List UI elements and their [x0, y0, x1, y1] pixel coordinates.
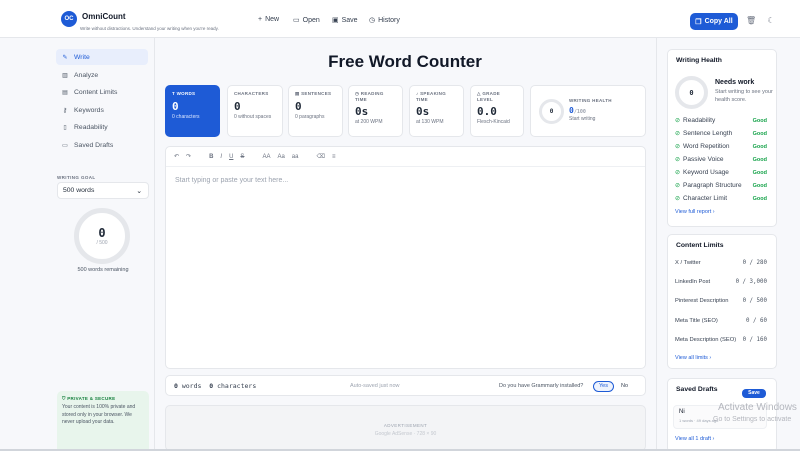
grammarly-no-button[interactable]: No	[621, 383, 628, 389]
view-all-limits-link[interactable]: View all limits ›	[675, 355, 711, 361]
check-circle-icon: ⊘	[675, 196, 681, 202]
align-icon[interactable]: ≡	[332, 154, 336, 160]
stat-speaking-time[interactable]: ♪ SPEAKING TIME 0s at 130 WPM	[409, 85, 464, 137]
folder-icon: ▭	[62, 142, 68, 149]
check-circle-icon: ⊘	[675, 170, 681, 176]
limit-row-twitter: X / Twitter 0 / 280	[675, 260, 767, 266]
sidebar-item-write[interactable]: ✎ Write	[56, 49, 148, 65]
health-row-word-repetition: ⊘ Word Repetition Good	[675, 143, 767, 150]
folder-icon: ▭	[293, 17, 300, 24]
sidebar: ✎ Write ▥ Analyze ▤ Content Limits ⚷ Keyword…	[50, 38, 155, 451]
copy-icon: ❐	[695, 18, 702, 26]
plus-icon: +	[258, 16, 263, 23]
stat-reading-time[interactable]: ◷ READING TIME 0s at 200 WPM	[348, 85, 403, 137]
writing-goal-select[interactable]: 500 words ⌄	[57, 182, 149, 199]
top-bar: OC OmniCount Write without distractions.…	[0, 0, 800, 38]
new-button[interactable]: + New	[258, 16, 279, 23]
theme-toggle-icon[interactable]: ☾	[766, 16, 776, 26]
open-button[interactable]: ▭ Open	[293, 16, 320, 25]
trash-icon[interactable]: 🗑	[746, 16, 756, 26]
goal-remaining: 500 words remaining	[77, 267, 129, 273]
health-mini-ring: 0	[539, 99, 564, 124]
history-button[interactable]: ◷ History	[369, 16, 400, 25]
check-circle-icon: ⊘	[675, 157, 681, 163]
bold-icon[interactable]: B	[209, 154, 213, 160]
sidebar-item-content-limits[interactable]: ▤ Content Limits	[56, 84, 148, 100]
health-status: Needs work	[715, 79, 755, 86]
check-circle-icon: ⊘	[675, 118, 681, 124]
book-icon: ▯	[63, 124, 67, 131]
health-row-keyword-usage: ⊘ Keyword Usage Good	[675, 169, 767, 176]
uppercase-icon[interactable]: AA	[262, 154, 270, 160]
save-draft-button[interactable]: Save	[742, 389, 766, 398]
italic-icon[interactable]: I	[220, 154, 222, 160]
strikethrough-icon[interactable]: S	[240, 154, 244, 160]
copy-all-button[interactable]: ❐ Copy All	[690, 13, 738, 30]
view-all-drafts-link[interactable]: View all 1 draft ›	[675, 436, 714, 442]
save-button[interactable]: ▣ Save	[332, 16, 358, 25]
advertisement: ADVERTISEMENT Google AdSense · 728 × 90	[165, 405, 646, 451]
health-row-passive-voice: ⊘ Passive Voice Good	[675, 156, 767, 163]
sidebar-item-saved-drafts[interactable]: ▭ Saved Drafts	[56, 137, 148, 153]
activate-windows-subtext: Go to Settings to activate	[713, 416, 792, 423]
app-name: OmniCount	[82, 12, 126, 21]
bar-chart-icon: ▥	[62, 72, 68, 79]
goal-total: / 500	[96, 240, 108, 246]
sidebar-item-keywords[interactable]: ⚷ Keywords	[56, 102, 148, 118]
grammarly-question: Do you have Grammarly installed?	[499, 383, 584, 389]
goal-progress-ring: 0 / 500	[74, 208, 130, 264]
health-row-sentence-length: ⊘ Sentence Length Good	[675, 130, 767, 137]
stat-characters[interactable]: CHARACTERS 0 0 without spaces	[227, 85, 283, 137]
health-description: Start writing to see your health score.	[715, 89, 773, 103]
limit-row-meta-title: Meta Title (SEO) 0 / 60	[675, 318, 767, 324]
document-icon: ▤	[62, 89, 68, 96]
page-title: Free Word Counter	[328, 52, 482, 71]
pen-icon: ✎	[62, 54, 68, 61]
lowercase-icon[interactable]: aa	[292, 154, 299, 160]
limit-row-meta-description: Meta Description (SEO) 0 / 160	[675, 337, 767, 343]
stat-sentences[interactable]: ▤ SENTENCES 0 0 paragraphs	[288, 85, 343, 137]
privacy-text: Your content is 100% private and stored …	[62, 404, 136, 425]
check-circle-icon: ⊘	[675, 183, 681, 189]
chevron-down-icon: ⌄	[136, 187, 142, 195]
stat-writing-health[interactable]: 0 WRITING HEALTH 0/100 Start writing	[530, 85, 646, 137]
sidebar-item-analyze[interactable]: ▥ Analyze	[56, 67, 148, 83]
autosave-status: Auto-saved just now	[350, 383, 400, 389]
activate-windows-watermark: Activate Windows	[718, 402, 797, 413]
privacy-notice: ⛉ PRIVATE & SECURE Your content is 100% …	[57, 391, 149, 451]
app-logo: OC	[61, 11, 77, 27]
clear-format-icon[interactable]: ⌫	[316, 153, 324, 160]
save-icon: ▣	[332, 17, 339, 24]
sidebar-item-readability[interactable]: ▯ Readability	[56, 119, 148, 135]
titlecase-icon[interactable]: Aa	[277, 154, 284, 160]
stat-words[interactable]: T WORDS 0 0 characters	[165, 85, 220, 137]
stat-grade-level[interactable]: △ GRADE LEVEL 0.0 Flesch-Kincaid	[470, 85, 524, 137]
redo-icon[interactable]: ↷	[186, 153, 191, 160]
view-full-report-link[interactable]: View full report ›	[675, 209, 715, 215]
undo-icon[interactable]: ↶	[174, 153, 179, 160]
health-row-character-limit: ⊘ Character Limit Good	[675, 195, 767, 202]
health-row-readability: ⊘ Readability Good	[675, 117, 767, 124]
underline-icon[interactable]: U	[229, 154, 233, 160]
editor: ↶ ↷ B I U S AA Aa aa ⌫ ≡ Start typing or…	[165, 146, 646, 369]
key-icon: ⚷	[62, 107, 68, 114]
check-circle-icon: ⊘	[675, 131, 681, 137]
check-circle-icon: ⊘	[675, 144, 681, 150]
goal-count: 0	[98, 226, 106, 240]
editor-toolbar: ↶ ↷ B I U S AA Aa aa ⌫ ≡	[166, 147, 645, 167]
writing-goal-label: WRITING GOAL	[57, 175, 96, 180]
clock-icon: ◷	[369, 17, 376, 24]
health-score-ring: 0	[675, 76, 708, 109]
editor-textarea[interactable]: Start typing or paste your text here...	[166, 167, 645, 194]
health-row-paragraph-structure: ⊘ Paragraph Structure Good	[675, 182, 767, 189]
limit-row-linkedin: LinkedIn Post 0 / 3,000	[675, 279, 767, 285]
grammarly-yes-button[interactable]: Yes	[593, 381, 614, 392]
limit-row-pinterest: Pinterest Description 0 / 500	[675, 298, 767, 304]
editor-status-bar: 0 words 0 characters Auto-saved just now…	[165, 375, 646, 396]
app-tagline: Write without distractions. Understand y…	[80, 26, 219, 31]
word-char-count: 0 words 0 characters	[174, 382, 257, 390]
